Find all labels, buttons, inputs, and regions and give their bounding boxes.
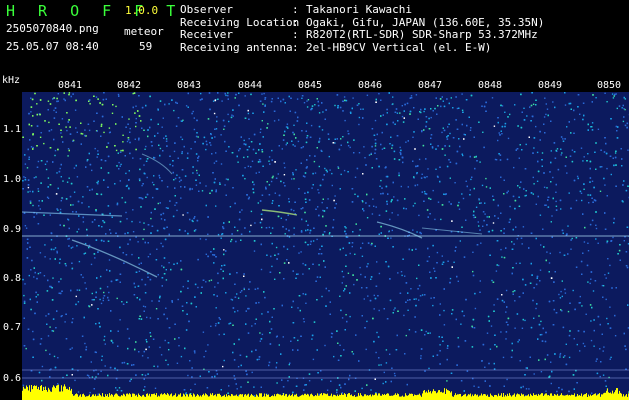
time-tick: 0846 xyxy=(357,80,384,91)
time-tick: 0845 xyxy=(297,80,324,91)
station-info: Observer: Takanori Kawachi Receiving Loca… xyxy=(180,3,544,54)
freq-tick: 1.1 xyxy=(3,124,22,135)
time-tick: 0842 xyxy=(116,80,143,91)
time-tick: 0844 xyxy=(237,80,264,91)
time-tick: 0843 xyxy=(176,80,203,91)
freq-tick: 0.8 xyxy=(3,273,22,284)
freq-tick: 0.6 xyxy=(3,373,22,384)
spectrogram xyxy=(22,92,629,400)
time-tick: 0849 xyxy=(537,80,564,91)
time-tick: 0841 xyxy=(57,80,84,91)
spectrogram-canvas xyxy=(22,92,629,400)
file-name: 2505070840.png xyxy=(6,22,99,35)
header-panel: H R O F F T 1.0.0 2505070840.png meteor … xyxy=(0,0,629,76)
freq-tick: 1.0 xyxy=(3,174,22,185)
meta-value: Takanori Kawachi xyxy=(306,3,412,16)
freq-tick: 0.7 xyxy=(3,322,22,333)
meta-key: Observer xyxy=(180,3,233,16)
meta-row-observer: Observer: Takanori Kawachi xyxy=(180,3,412,16)
meta-row-receiver: Receiver: R820T2(RTL-SDR) SDR-Sharp 53.37… xyxy=(180,28,538,41)
meta-value: R820T2(RTL-SDR) SDR-Sharp 53.372MHz xyxy=(306,28,538,41)
freq-tick: 0.9 xyxy=(3,224,22,235)
meteor-label: meteor xyxy=(124,25,164,38)
app-version: 1.0.0 xyxy=(125,4,159,17)
meta-key: Receiver xyxy=(180,28,233,41)
meteor-count: 59 xyxy=(139,40,153,53)
meta-key: Receiving antenna xyxy=(180,40,293,54)
time-tick: 0848 xyxy=(477,80,504,91)
meta-value: 2el-HB9CV Vertical (el. E-W) xyxy=(306,40,492,54)
meta-row-antenna: Receiving antenna:2el-HB9CV Vertical (el… xyxy=(180,40,492,54)
date-time: 25.05.07 08:40 xyxy=(6,40,99,53)
freq-unit-label: kHz xyxy=(2,75,21,86)
time-tick: 0847 xyxy=(417,80,444,91)
time-tick: 0850 xyxy=(596,80,623,91)
